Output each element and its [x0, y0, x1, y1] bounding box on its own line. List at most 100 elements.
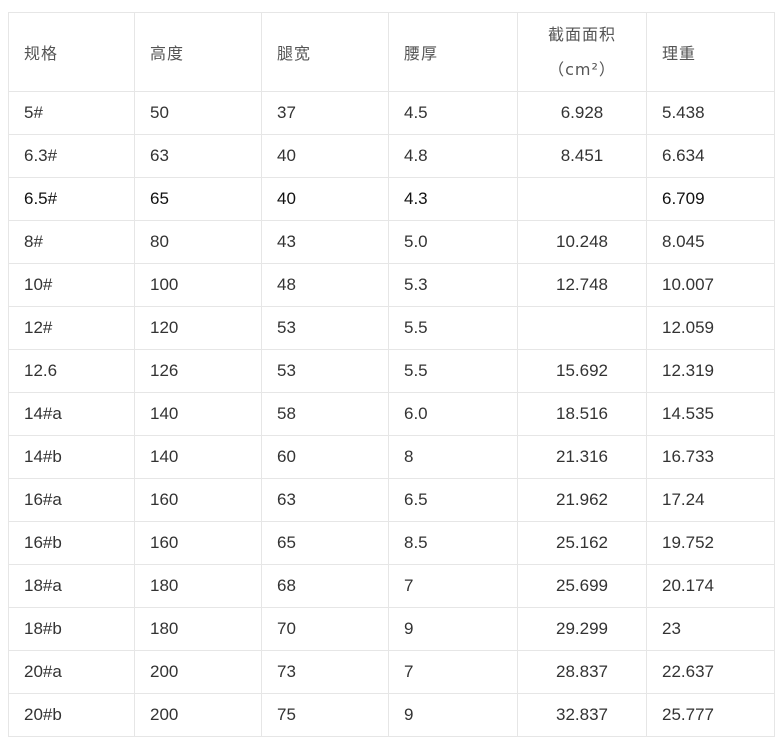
- cell-cross-section-area: 29.299: [517, 607, 647, 651]
- table-row: 18#b 180 70 9 29.299 23: [8, 607, 775, 651]
- cell-leg-width: 37: [261, 91, 389, 135]
- cell-waist-thickness: 6.5: [388, 478, 518, 522]
- cell-leg-width: 65: [261, 521, 389, 565]
- cell-spec: 6.5#: [8, 177, 135, 221]
- cell-waist-thickness: 4.8: [388, 134, 518, 178]
- cell-leg-width: 53: [261, 306, 389, 350]
- cell-spec: 16#b: [8, 521, 135, 565]
- cell-leg-width: 63: [261, 478, 389, 522]
- channel-steel-spec-table-container: 规格 高度 腿宽 腰厚 截面面积 （cm²） 理重 5# 50 37 4.5 6.928…: [8, 12, 775, 737]
- cell-spec: 8#: [8, 220, 135, 264]
- cell-unit-weight: 6.634: [646, 134, 775, 178]
- cell-cross-section-area: [517, 177, 647, 221]
- cell-cross-section-area: 15.692: [517, 349, 647, 393]
- cell-spec: 10#: [8, 263, 135, 307]
- cell-cross-section-area: 28.837: [517, 650, 647, 694]
- cell-leg-width: 60: [261, 435, 389, 479]
- cell-spec: 20#a: [8, 650, 135, 694]
- cell-cross-section-area: 8.451: [517, 134, 647, 178]
- cell-unit-weight: 23: [646, 607, 775, 651]
- table-row: 16#a 160 63 6.5 21.962 17.24: [8, 478, 775, 522]
- table-row: 10# 100 48 5.3 12.748 10.007: [8, 263, 775, 307]
- header-area-label: 截面面积: [547, 25, 616, 44]
- cell-leg-width: 70: [261, 607, 389, 651]
- header-leg-width: 腿宽: [261, 12, 389, 92]
- cell-unit-weight: 22.637: [646, 650, 775, 694]
- header-area-unit: （cm²）: [548, 60, 616, 79]
- cell-waist-thickness: 9: [388, 693, 518, 737]
- cell-cross-section-area: 32.837: [517, 693, 647, 737]
- cell-cross-section-area: 21.962: [517, 478, 647, 522]
- cell-waist-thickness: 5.3: [388, 263, 518, 307]
- cell-waist-thickness: 6.0: [388, 392, 518, 436]
- cell-cross-section-area: 21.316: [517, 435, 647, 479]
- cell-waist-thickness: 8: [388, 435, 518, 479]
- header-unit-weight: 理重: [646, 12, 775, 92]
- cell-height: 100: [134, 263, 262, 307]
- cell-unit-weight: 10.007: [646, 263, 775, 307]
- cell-spec: 6.3#: [8, 134, 135, 178]
- cell-height: 200: [134, 693, 262, 737]
- table-row: 5# 50 37 4.5 6.928 5.438: [8, 91, 775, 135]
- cell-spec: 18#a: [8, 564, 135, 608]
- table-row: 18#a 180 68 7 25.699 20.174: [8, 564, 775, 608]
- cell-waist-thickness: 5.5: [388, 306, 518, 350]
- cell-leg-width: 43: [261, 220, 389, 264]
- cell-spec: 16#a: [8, 478, 135, 522]
- table-row: 6.3# 63 40 4.8 8.451 6.634: [8, 134, 775, 178]
- cell-leg-width: 53: [261, 349, 389, 393]
- cell-height: 140: [134, 392, 262, 436]
- cell-spec: 12.6: [8, 349, 135, 393]
- cell-leg-width: 40: [261, 177, 389, 221]
- cell-height: 140: [134, 435, 262, 479]
- cell-height: 180: [134, 564, 262, 608]
- cell-cross-section-area: 6.928: [517, 91, 647, 135]
- cell-height: 120: [134, 306, 262, 350]
- cell-waist-thickness: 8.5: [388, 521, 518, 565]
- cell-cross-section-area: 12.748: [517, 263, 647, 307]
- cell-leg-width: 73: [261, 650, 389, 694]
- cell-leg-width: 75: [261, 693, 389, 737]
- table-body: 5# 50 37 4.5 6.928 5.438 6.3# 63 40 4.8 8.451 6.634…: [8, 91, 775, 737]
- cell-leg-width: 58: [261, 392, 389, 436]
- table-header: 规格 高度 腿宽 腰厚 截面面积 （cm²） 理重: [8, 12, 775, 92]
- cell-height: 160: [134, 478, 262, 522]
- cell-spec: 14#b: [8, 435, 135, 479]
- cell-unit-weight: 12.319: [646, 349, 775, 393]
- header-spec: 规格: [8, 12, 135, 92]
- cell-unit-weight: 5.438: [646, 91, 775, 135]
- cell-unit-weight: 6.709: [646, 177, 775, 221]
- cell-waist-thickness: 7: [388, 564, 518, 608]
- cell-height: 126: [134, 349, 262, 393]
- cell-spec: 5#: [8, 91, 135, 135]
- cell-height: 65: [134, 177, 262, 221]
- cell-unit-weight: 16.733: [646, 435, 775, 479]
- table-row: 16#b 160 65 8.5 25.162 19.752: [8, 521, 775, 565]
- table-row: 8# 80 43 5.0 10.248 8.045: [8, 220, 775, 264]
- table-row: 6.5# 65 40 4.3 6.709: [8, 177, 775, 221]
- cell-waist-thickness: 5.0: [388, 220, 518, 264]
- cell-height: 160: [134, 521, 262, 565]
- cell-height: 180: [134, 607, 262, 651]
- cell-unit-weight: 14.535: [646, 392, 775, 436]
- cell-height: 80: [134, 220, 262, 264]
- table-row: 12# 120 53 5.5 12.059: [8, 306, 775, 350]
- cell-unit-weight: 8.045: [646, 220, 775, 264]
- cell-cross-section-area: 18.516: [517, 392, 647, 436]
- cell-waist-thickness: 5.5: [388, 349, 518, 393]
- cell-unit-weight: 19.752: [646, 521, 775, 565]
- cell-spec: 14#a: [8, 392, 135, 436]
- cell-spec: 20#b: [8, 693, 135, 737]
- table-row: 20#a 200 73 7 28.837 22.637: [8, 650, 775, 694]
- cell-unit-weight: 12.059: [646, 306, 775, 350]
- cell-cross-section-area: 10.248: [517, 220, 647, 264]
- cell-waist-thickness: 4.5: [388, 91, 518, 135]
- table-row: 20#b 200 75 9 32.837 25.777: [8, 693, 775, 737]
- header-row: 规格 高度 腿宽 腰厚 截面面积 （cm²） 理重: [8, 12, 775, 92]
- cell-cross-section-area: 25.699: [517, 564, 647, 608]
- cell-waist-thickness: 7: [388, 650, 518, 694]
- cell-leg-width: 48: [261, 263, 389, 307]
- cell-height: 50: [134, 91, 262, 135]
- cell-unit-weight: 25.777: [646, 693, 775, 737]
- cell-unit-weight: 20.174: [646, 564, 775, 608]
